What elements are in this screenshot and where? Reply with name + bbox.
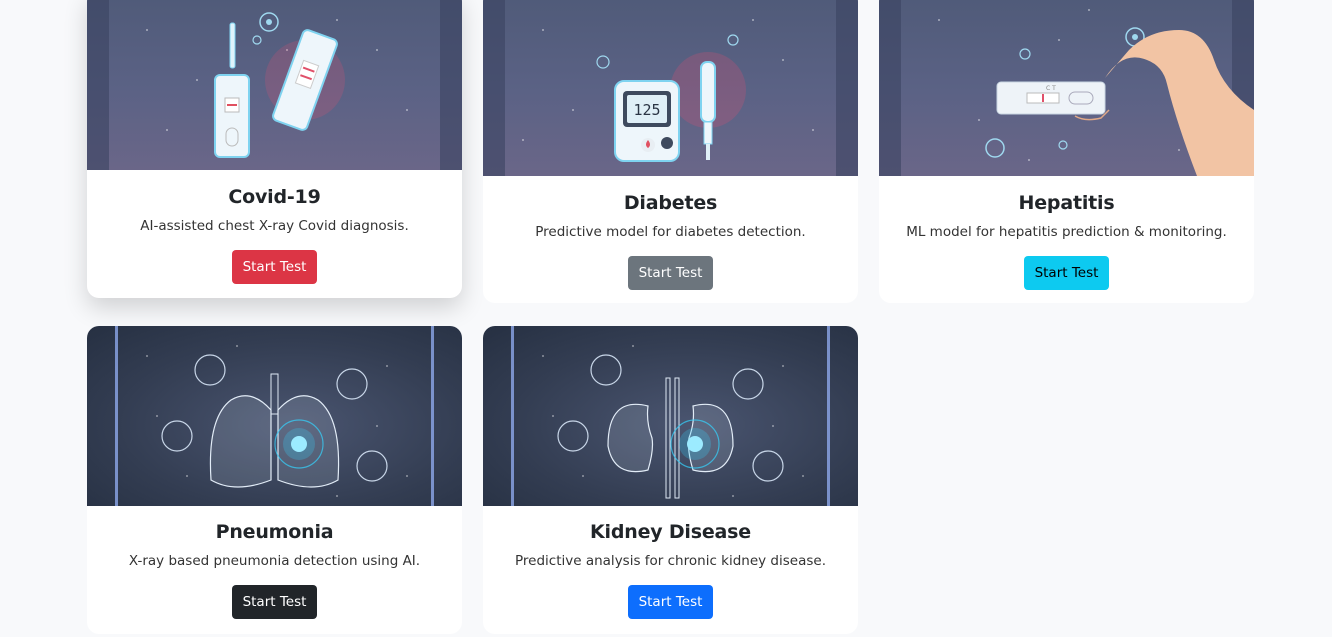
card-title: Hepatitis [1018,192,1115,214]
kidneys-illustration [483,326,858,506]
start-test-button-covid[interactable]: Start Test [231,250,318,284]
card-description: Predictive analysis for chronic kidney d… [515,553,826,569]
card-covid: Covid-19 AI-assisted chest X-ray Covid d… [87,0,462,298]
card-hepatitis: C T Hepatitis ML model for hepatitis pre… [879,0,1254,303]
lungs-illustration [87,326,462,506]
card-title: Pneumonia [215,521,334,543]
start-test-button-pneumonia[interactable]: Start Test [231,585,318,619]
start-test-button-kidney[interactable]: Start Test [627,585,714,619]
card-title: Covid-19 [228,186,321,208]
card-description: Predictive model for diabetes detection. [535,224,806,240]
hepatitis-test-illustration: C T [879,0,1254,176]
glucose-reading: 125 [633,101,660,119]
card-kidney: Kidney Disease Predictive analysis for c… [483,326,858,634]
start-test-button-hepatitis[interactable]: Start Test [1023,256,1110,290]
card-description: ML model for hepatitis prediction & moni… [906,224,1227,240]
svg-text:C T: C T [1046,85,1056,92]
covid-test-illustration [87,0,462,170]
card-pneumonia: Pneumonia X-ray based pneumonia detectio… [87,326,462,634]
card-title: Diabetes [623,192,718,214]
card-diabetes: 125 Diabetes Predictive model for diabet… [483,0,858,303]
card-title: Kidney Disease [590,521,751,543]
glucose-meter-illustration: 125 [483,0,858,176]
start-test-button-diabetes[interactable]: Start Test [627,256,714,290]
card-description: AI-assisted chest X-ray Covid diagnosis. [140,218,409,234]
card-description: X-ray based pneumonia detection using AI… [128,553,421,569]
